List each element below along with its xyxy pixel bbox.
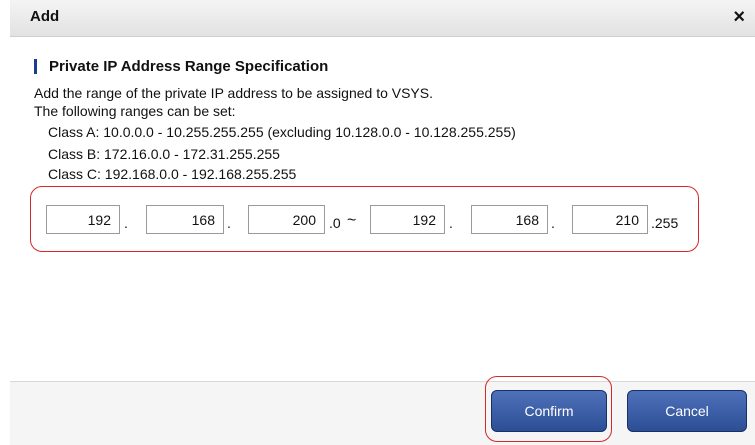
add-dialog: Add × Private IP Address Range Specifica… bbox=[0, 0, 755, 445]
start-octet-1-input[interactable] bbox=[46, 205, 120, 234]
section-marker bbox=[34, 59, 37, 74]
description-line-1: Add the range of the private IP address … bbox=[34, 85, 433, 101]
start-octet-3-input[interactable] bbox=[248, 205, 325, 234]
end-octet-3-input[interactable] bbox=[572, 205, 648, 234]
confirm-button[interactable]: Confirm bbox=[491, 390, 607, 432]
close-icon[interactable]: × bbox=[733, 5, 745, 29]
dot-separator: . bbox=[124, 215, 128, 231]
end-octet-4-suffix: .255 bbox=[651, 215, 679, 231]
dot-separator: . bbox=[227, 215, 231, 231]
start-octet-4-suffix: .0 bbox=[329, 215, 341, 231]
dot-separator: . bbox=[449, 215, 453, 231]
cancel-button[interactable]: Cancel bbox=[627, 390, 747, 432]
end-octet-2-input[interactable] bbox=[471, 205, 548, 234]
description-line-2: The following ranges can be set: bbox=[34, 103, 236, 119]
dialog-titlebar: Add × bbox=[10, 0, 755, 37]
section-header: Private IP Address Range Specification bbox=[34, 58, 328, 75]
class-b-range: Class B: 172.16.0.0 - 172.31.255.255 bbox=[48, 146, 280, 162]
dialog-title: Add bbox=[30, 8, 60, 25]
end-octet-1-input[interactable] bbox=[370, 205, 445, 234]
class-c-range: Class C: 192.168.0.0 - 192.168.255.255 bbox=[48, 166, 297, 182]
section-title: Private IP Address Range Specification bbox=[49, 58, 329, 75]
class-a-range: Class A: 10.0.0.0 - 10.255.255.255 (excl… bbox=[48, 124, 516, 140]
range-separator: ~ bbox=[347, 212, 357, 229]
start-octet-2-input[interactable] bbox=[146, 205, 224, 234]
dot-separator: . bbox=[551, 215, 555, 231]
